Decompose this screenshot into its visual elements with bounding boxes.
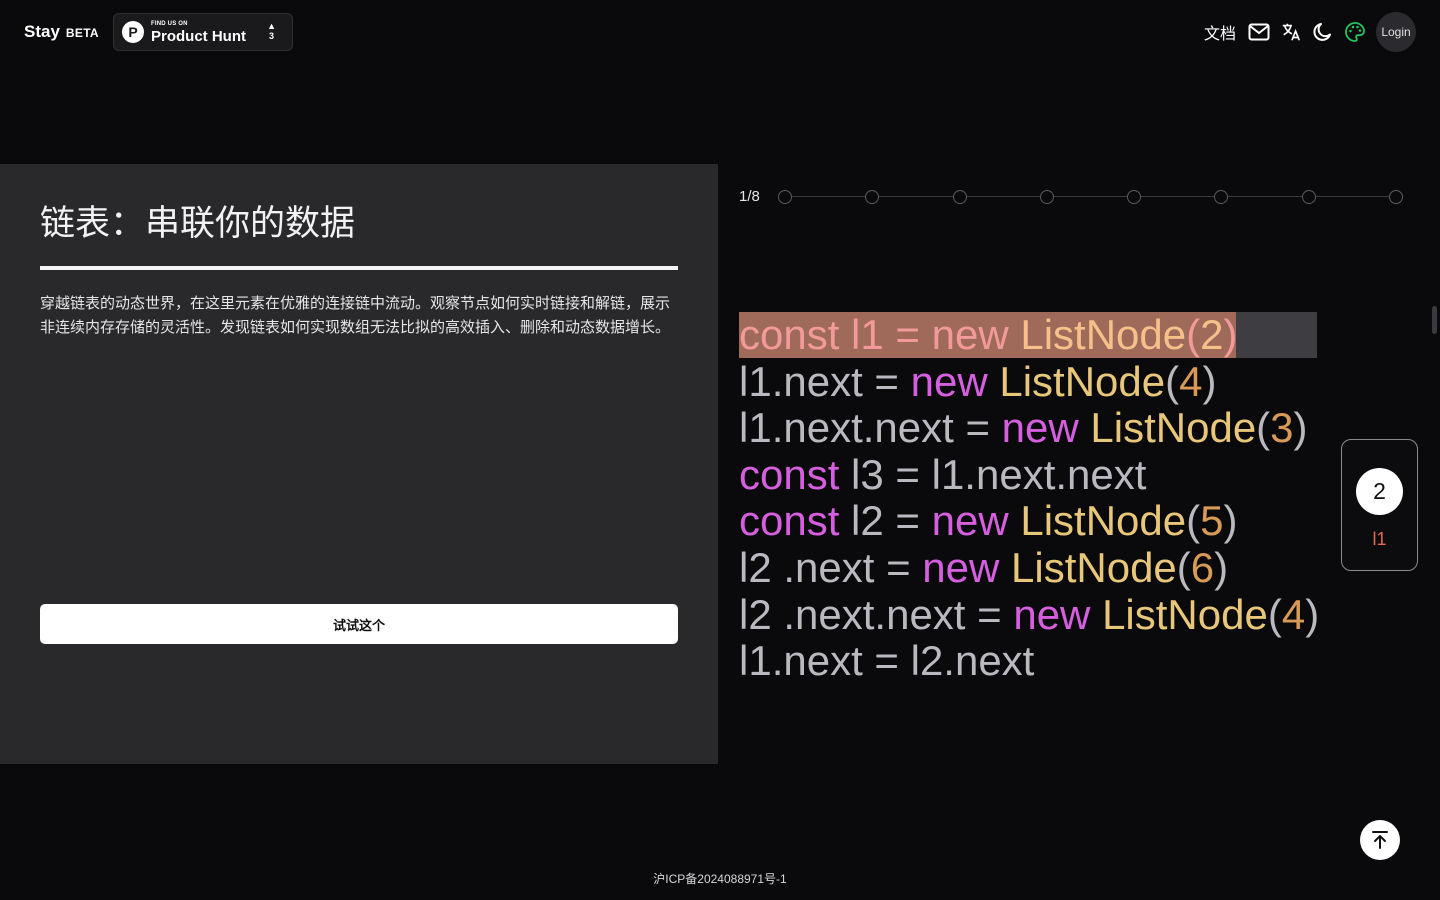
code-token: ListNode bbox=[1020, 497, 1187, 545]
code-token: l2 .next.next = bbox=[739, 590, 1014, 638]
code-line-3: l1.next.next = new ListNode(3) bbox=[739, 404, 1339, 452]
mail-icon[interactable] bbox=[1248, 21, 1270, 43]
code-token: ListNode bbox=[1102, 590, 1268, 638]
product-hunt-votes: ▲ 3 bbox=[267, 21, 276, 42]
code-token: ) bbox=[1223, 497, 1238, 545]
code-token: ( bbox=[1165, 357, 1180, 405]
code-token: new bbox=[931, 311, 1009, 358]
code-token: ( bbox=[1267, 590, 1282, 638]
code-token: 3 bbox=[1270, 404, 1294, 452]
code-token: 4 bbox=[1179, 357, 1203, 405]
brand[interactable]: Stay BETA bbox=[24, 22, 99, 42]
code-token: ) bbox=[1214, 543, 1229, 591]
code-token: 4 bbox=[1281, 590, 1306, 638]
header-actions: 文档 Login bbox=[1204, 12, 1416, 52]
step-dot-6[interactable] bbox=[1214, 190, 1229, 204]
intro-panel: 链表：串联你的数据 穿越链表的动态世界，在这里元素在优雅的连接链中流动。观察节点… bbox=[0, 164, 718, 764]
try-it-button[interactable]: 试试这个 bbox=[40, 604, 678, 644]
code-token: new bbox=[931, 497, 1009, 545]
code-token: ListNode bbox=[1020, 311, 1187, 358]
code-token: ( bbox=[1186, 311, 1201, 358]
step-counter: 1/8 bbox=[739, 188, 760, 205]
code-block: const l1 = new ListNode(2) l1.next = new … bbox=[739, 311, 1339, 685]
code-token: new bbox=[910, 357, 988, 405]
node-value: 2 bbox=[1356, 468, 1403, 515]
vote-count: 3 bbox=[269, 31, 275, 41]
code-token: ( bbox=[1176, 543, 1191, 591]
product-hunt-icon: P bbox=[122, 21, 144, 43]
code-line-2: l1.next = new ListNode(4) bbox=[739, 357, 1339, 406]
code-token: new bbox=[1001, 404, 1079, 452]
code-token: new bbox=[922, 543, 1000, 591]
code-line-4: const l3 = l1.next.next bbox=[739, 450, 1339, 499]
moon-icon[interactable] bbox=[1312, 21, 1334, 43]
code-token: l1.next = bbox=[739, 357, 911, 405]
code-token: ) bbox=[1305, 590, 1320, 638]
page-title: 链表：串联你的数据 bbox=[40, 204, 356, 243]
step-dot-7[interactable] bbox=[1301, 190, 1316, 204]
step-progress: 1/8 bbox=[739, 186, 1404, 208]
title-divider bbox=[40, 266, 678, 270]
translate-icon[interactable] bbox=[1280, 21, 1302, 43]
docs-link[interactable]: 文档 bbox=[1204, 20, 1236, 44]
step-dot-1[interactable] bbox=[778, 190, 792, 204]
product-hunt-badge[interactable]: P FIND US ON Product Hunt ▲ 3 bbox=[113, 13, 293, 51]
code-token: const bbox=[739, 311, 840, 358]
code-token: new bbox=[1013, 590, 1091, 638]
code-token: const bbox=[739, 497, 840, 545]
linked-list-node: 2 l1 bbox=[1341, 439, 1418, 571]
code-token: ) bbox=[1293, 404, 1308, 452]
code-token: const bbox=[739, 450, 840, 498]
step-dot-8[interactable] bbox=[1389, 190, 1403, 204]
code-line-6: l2 .next = new ListNode(6) bbox=[739, 543, 1339, 592]
back-to-top-button[interactable] bbox=[1360, 820, 1400, 860]
step-dot-2[interactable] bbox=[865, 190, 880, 204]
palette-icon[interactable] bbox=[1344, 21, 1366, 43]
code-line-8: l1.next = l2.next bbox=[739, 637, 1339, 685]
arrow-up-icon bbox=[1372, 831, 1388, 849]
step-dot-4[interactable] bbox=[1039, 190, 1054, 204]
node-pointer-label: l1 bbox=[1372, 529, 1387, 549]
code-token: ListNode bbox=[1011, 543, 1177, 591]
code-token: l1.next.next = bbox=[739, 404, 1002, 452]
code-token: ( bbox=[1256, 404, 1271, 452]
login-button[interactable]: Login bbox=[1376, 12, 1416, 52]
code-line-1: const l1 = new ListNode(2) bbox=[739, 311, 1339, 359]
code-line-5: const l2 = new ListNode(5) bbox=[739, 498, 1339, 545]
product-hunt-caption: FIND US ON bbox=[151, 20, 188, 27]
step-dot-3[interactable] bbox=[952, 190, 967, 204]
icp-footer[interactable]: 沪ICP备2024088971号-1 bbox=[0, 870, 1440, 887]
code-token: l3 = l1.next.next bbox=[839, 450, 1147, 498]
beta-badge: BETA bbox=[65, 26, 99, 40]
code-token: l2 .next = bbox=[739, 543, 923, 591]
code-token: l2 = bbox=[839, 497, 932, 545]
code-token: ) bbox=[1202, 357, 1217, 405]
scrollbar-thumb[interactable] bbox=[1432, 306, 1437, 334]
product-hunt-name: Product Hunt bbox=[151, 27, 246, 45]
brand-name: Stay bbox=[24, 22, 60, 41]
code-token: l1.next = l2.next bbox=[739, 637, 1035, 685]
code-token: 6 bbox=[1190, 543, 1215, 591]
code-token: 2 bbox=[1200, 311, 1224, 358]
code-line-7: l2 .next.next = new ListNode(4) bbox=[739, 590, 1339, 639]
code-token: ListNode bbox=[999, 357, 1166, 405]
page-description: 穿越链表的动态世界，在这里元素在优雅的连接链中流动。观察节点如何实时链接和解链，… bbox=[40, 295, 671, 336]
product-hunt-text: FIND US ON Product Hunt bbox=[151, 21, 246, 44]
code-token: ( bbox=[1186, 497, 1201, 545]
code-token: ListNode bbox=[1090, 404, 1257, 452]
step-dot-5[interactable] bbox=[1127, 190, 1142, 204]
code-token: ) bbox=[1223, 311, 1238, 358]
code-token: l1 = bbox=[839, 311, 932, 358]
code-token: 5 bbox=[1200, 497, 1224, 545]
